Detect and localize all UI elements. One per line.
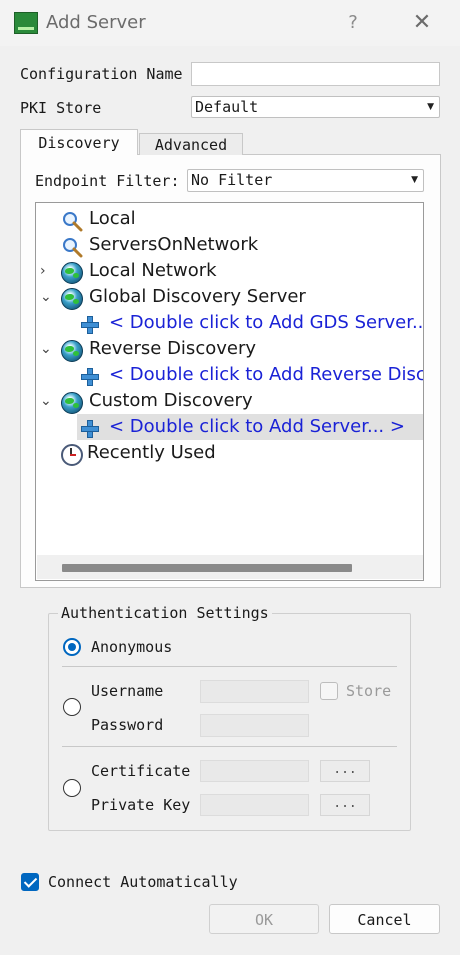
endpoint-filter-value: No Filter: [191, 171, 273, 189]
password-field[interactable]: [200, 714, 309, 737]
globe-icon: [61, 262, 83, 284]
expand-arrow-icon[interactable]: ›: [40, 258, 46, 284]
private-key-browse-button[interactable]: ...: [320, 794, 370, 816]
divider: [62, 666, 397, 667]
window-title: Add Server: [46, 12, 146, 33]
collapse-arrow-icon[interactable]: ⌄: [40, 336, 52, 362]
discovery-tree[interactable]: Local ServersOnNetwork › Local Network ⌄ Glob…: [35, 202, 424, 581]
tree-item[interactable]: < Double click to Add Server... >: [77, 414, 423, 440]
certificate-label: Certificate: [91, 762, 191, 780]
tree-item-label: ServersOnNetwork: [89, 234, 259, 255]
help-button[interactable]: ?: [340, 10, 366, 36]
endpoint-filter-dropdown[interactable]: No Filter ▼: [187, 169, 424, 192]
pki-store-value: Default: [195, 98, 259, 116]
tree-item[interactable]: < Double click to Add GDS Server... >: [36, 310, 424, 336]
certificate-browse-button[interactable]: ...: [320, 760, 370, 782]
tree-item-label: Global Discovery Server: [89, 286, 306, 307]
certificate-field[interactable]: [200, 760, 309, 782]
divider: [62, 746, 397, 747]
anonymous-label: Anonymous: [91, 638, 173, 656]
tree-item[interactable]: ServersOnNetwork: [36, 232, 423, 258]
plus-icon: [81, 420, 99, 438]
plus-icon: [81, 368, 99, 386]
globe-icon: [61, 392, 83, 414]
username-field[interactable]: [200, 680, 309, 703]
dropdown-arrow-icon: ▼: [411, 175, 418, 185]
username-label: Username: [91, 682, 164, 700]
tree-item[interactable]: Local: [36, 206, 423, 232]
tree-item[interactable]: ⌄ Reverse Discovery: [36, 336, 423, 362]
dropdown-arrow-icon: ▼: [427, 102, 434, 112]
private-key-field[interactable]: [200, 794, 309, 816]
title-bar: Add Server ? ✕: [0, 0, 460, 46]
tree-item-label: < Double click to Add Server... >: [109, 416, 405, 437]
pki-store-label: PKI Store: [20, 99, 102, 117]
anonymous-radio[interactable]: [63, 638, 81, 656]
globe-icon: [61, 288, 83, 310]
ok-button[interactable]: OK: [209, 904, 319, 934]
cancel-button[interactable]: Cancel: [329, 904, 440, 934]
password-label: Password: [91, 716, 164, 734]
search-icon: [61, 210, 83, 232]
certificate-radio[interactable]: [63, 779, 81, 797]
connect-automatically-checkbox[interactable]: [21, 873, 39, 891]
tree-item-label: Custom Discovery: [89, 390, 253, 411]
config-name-label: Configuration Name: [20, 65, 183, 83]
config-name-input[interactable]: [191, 62, 440, 86]
tree-item-label: Reverse Discovery: [89, 338, 257, 359]
scrollbar-thumb[interactable]: [62, 564, 352, 572]
tree-item[interactable]: ⌄ Global Discovery Server: [36, 284, 423, 310]
tab-discovery[interactable]: Discovery: [20, 129, 138, 155]
tab-advanced[interactable]: Advanced: [139, 133, 243, 155]
close-button[interactable]: ✕: [406, 8, 438, 38]
pki-store-dropdown[interactable]: Default ▼: [191, 96, 440, 118]
search-icon: [61, 236, 83, 258]
app-icon: [14, 12, 38, 34]
private-key-label: Private Key: [91, 796, 191, 814]
tree-item[interactable]: < Double click to Add Reverse Discovery …: [36, 362, 424, 388]
clock-icon: [61, 444, 83, 466]
auth-settings-title: Authentication Settings: [58, 604, 272, 622]
connect-automatically-label: Connect Automatically: [48, 873, 238, 891]
store-label: Store: [346, 682, 392, 700]
horizontal-scrollbar[interactable]: [37, 555, 423, 579]
endpoint-filter-label: Endpoint Filter:: [35, 172, 180, 190]
tree-item-label: Recently Used: [87, 442, 216, 463]
tree-item[interactable]: › Local Network: [36, 258, 423, 284]
collapse-arrow-icon[interactable]: ⌄: [40, 284, 52, 310]
collapse-arrow-icon[interactable]: ⌄: [40, 388, 52, 414]
tree-item-label: < Double click to Add GDS Server... >: [109, 312, 424, 333]
tree-item-label: < Double click to Add Reverse Discovery …: [109, 364, 424, 385]
tree-item-label: Local: [89, 208, 136, 229]
username-radio[interactable]: [63, 698, 81, 716]
tree-item-label: Local Network: [89, 260, 217, 281]
tree-item[interactable]: Recently Used: [36, 440, 423, 466]
globe-icon: [61, 340, 83, 362]
store-checkbox[interactable]: [320, 682, 338, 700]
tree-item[interactable]: ⌄ Custom Discovery: [36, 388, 423, 414]
plus-icon: [81, 316, 99, 334]
